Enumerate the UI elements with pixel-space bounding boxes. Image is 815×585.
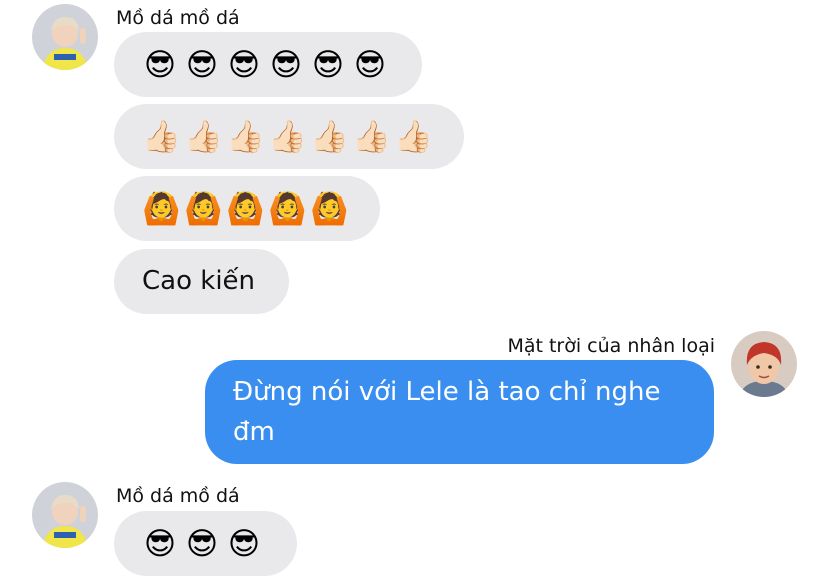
ok-gesture-icon: 🙆 xyxy=(142,190,181,227)
cool-face-icon: 😎 xyxy=(143,46,177,83)
avatar-red-hair[interactable] xyxy=(731,331,797,397)
avatar-yellow-shirt[interactable] xyxy=(32,482,98,548)
emoji-row: 😎 😎 😎 😎 😎 😎 xyxy=(142,47,388,83)
message-bubble-emoji-thumbs[interactable]: 👍🏻 👍🏻 👍🏻 👍🏻 👍🏻 👍🏻 👍🏻 xyxy=(114,104,464,169)
message-bubble-emoji-cool[interactable]: 😎 😎 😎 xyxy=(114,511,297,576)
emoji-row: 🙆 🙆 🙆 🙆 🙆 xyxy=(142,190,349,227)
cool-face-icon: 😎 xyxy=(311,46,345,83)
message-text-line1: Đừng nói với Lele là tao chỉ nghe xyxy=(233,377,661,407)
thumbs-up-icon: 👍🏻 xyxy=(184,118,223,155)
ok-gesture-icon: 🙆 xyxy=(226,190,265,227)
thumbs-up-icon: 👍🏻 xyxy=(268,118,307,155)
cool-face-icon: 😎 xyxy=(185,46,219,83)
thumbs-up-icon: 👍🏻 xyxy=(142,118,181,155)
sender-name: Mồ dá mồ dá xyxy=(116,7,240,29)
message-text: Cao kiến xyxy=(142,266,256,296)
sender-name: Mồ dá mồ dá xyxy=(116,485,240,507)
ok-gesture-icon: 🙆 xyxy=(268,190,307,227)
thumbs-up-icon: 👍🏻 xyxy=(310,118,349,155)
cool-face-icon: 😎 xyxy=(143,525,177,562)
ok-gesture-icon: 🙆 xyxy=(184,190,223,227)
sender-name: Mặt trời của nhân loại xyxy=(507,335,715,357)
cool-face-icon: 😎 xyxy=(227,525,261,562)
cool-face-icon: 😎 xyxy=(269,46,303,83)
message-bubble-emoji-cool[interactable]: 😎 😎 😎 😎 😎 😎 xyxy=(114,32,422,97)
thumbs-up-icon: 👍🏻 xyxy=(394,118,433,155)
message-bubble-sent[interactable]: Đừng nói với Lele là tao chỉ nghe đm xyxy=(205,360,714,464)
avatar-yellow-shirt[interactable] xyxy=(32,4,98,70)
thumbs-up-icon: 👍🏻 xyxy=(226,118,265,155)
ok-gesture-icon: 🙆 xyxy=(310,190,349,227)
thumbs-up-icon: 👍🏻 xyxy=(352,118,391,155)
message-text-line2: đm xyxy=(233,417,275,447)
cool-face-icon: 😎 xyxy=(185,525,219,562)
cool-face-icon: 😎 xyxy=(227,46,261,83)
emoji-row: 👍🏻 👍🏻 👍🏻 👍🏻 👍🏻 👍🏻 👍🏻 xyxy=(142,118,433,155)
cool-face-icon: 😎 xyxy=(353,46,387,83)
emoji-row: 😎 😎 😎 xyxy=(142,526,262,562)
message-bubble-emoji-gesture[interactable]: 🙆 🙆 🙆 🙆 🙆 xyxy=(114,176,380,241)
message-bubble-text[interactable]: Cao kiến xyxy=(114,249,289,314)
